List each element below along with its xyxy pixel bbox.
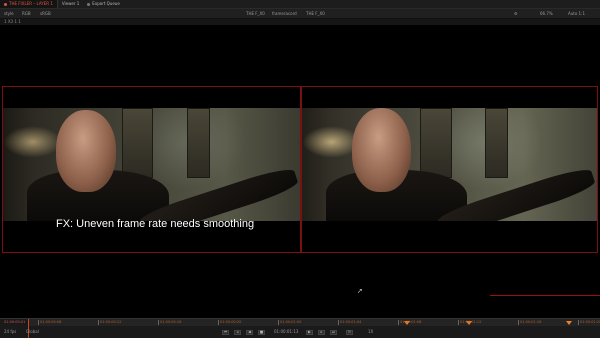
transport-bar: 24 fps Global 01:00:01:13 1X <box>0 327 600 337</box>
gear-icon[interactable]: ⚙ <box>514 9 518 18</box>
fx-caption: FX: Uneven frame rate needs smoothing <box>56 218 255 230</box>
ruler-label: 01:00:01:04 <box>340 320 362 324</box>
queue-icon <box>87 2 91 6</box>
ruler-tick <box>158 320 159 325</box>
viewer-b[interactable] <box>301 86 598 253</box>
colorspace-dropdown[interactable]: sRGB <box>40 9 51 18</box>
loop-button[interactable]: ↻ <box>346 330 353 335</box>
play-reverse-button[interactable]: ◀ <box>246 330 253 335</box>
ruler-label: 01:00:01:12 <box>460 320 482 324</box>
door <box>187 108 210 178</box>
ruler-label: 01:00:01:20 <box>580 320 600 324</box>
video-frame-b <box>302 108 597 221</box>
door <box>121 108 154 178</box>
tab-label: Export Queue <box>92 1 120 6</box>
time-ruler[interactable]: 01:00:00:01 01:00:00:08 01:00:00:12 01:00:… <box>4 319 600 326</box>
input-a-dropdown[interactable]: THE F_X0 <box>246 9 265 18</box>
mouse-cursor-icon: ➚ <box>357 287 363 295</box>
video-frame-a <box>3 108 300 221</box>
compare-mode-dropdown[interactable]: frameracord <box>272 9 297 18</box>
tab-export-queue[interactable]: Export Queue <box>83 0 124 8</box>
tab-label: Viewer 1 <box>61 1 80 6</box>
ruler-label: 01:00:01:16 <box>520 320 542 324</box>
start-timecode: 01:00:00:01 <box>4 320 26 324</box>
viewer-subbar: 1 X3 1 1 <box>0 19 600 25</box>
ruler-label: 01:00:00:12 <box>100 320 122 324</box>
ruler-tick <box>218 320 219 325</box>
layer-selector[interactable]: 1 X3 1 1 <box>4 19 21 25</box>
region-marker-line <box>490 295 600 296</box>
tab-label: THE FIXLER – LAYER 1 <box>9 1 53 6</box>
ruler-tick <box>278 320 279 325</box>
keyframe-marker[interactable] <box>566 321 572 325</box>
close-icon[interactable] <box>4 2 7 6</box>
viewer-toolbar: style RGB sRGB THE F_X0 frameracord THE … <box>0 9 600 19</box>
go-to-end-button[interactable]: ⏭ <box>330 330 337 335</box>
door <box>420 108 452 178</box>
mode-dropdown[interactable]: Global <box>26 327 39 337</box>
ruler-tick <box>38 320 39 325</box>
tab-viewer-1[interactable]: Viewer 1 <box>58 0 83 8</box>
play-button[interactable]: ▶ <box>306 330 313 335</box>
ruler-tick <box>578 320 579 325</box>
tab-the-fixler-layer-1[interactable]: THE FIXLER – LAYER 1 <box>0 0 58 8</box>
ruler-label: 01:00:00:08 <box>40 320 62 324</box>
tab-bar: THE FIXLER – LAYER 1 Viewer 1 Export Que… <box>0 0 600 9</box>
actor-head <box>352 108 412 192</box>
ruler-label: 01:00:00:16 <box>160 320 182 324</box>
ruler-tick <box>338 320 339 325</box>
ruler-label: 01:00:01:08 <box>400 320 422 324</box>
input-b-dropdown[interactable]: THE F_X0 <box>306 9 325 18</box>
ruler-label: 01:00:00:20 <box>220 320 242 324</box>
current-timecode[interactable]: 01:00:01:13 <box>274 327 298 337</box>
ruler-tick <box>398 320 399 325</box>
ruler-label: 01:00:01:00 <box>280 320 302 324</box>
style-dropdown[interactable]: style <box>4 9 14 18</box>
stop-button[interactable]: ■ <box>258 330 265 335</box>
door <box>484 108 508 178</box>
zoom-dropdown[interactable]: 66.7% <box>540 9 553 18</box>
step-back-button[interactable]: ◂ <box>234 330 241 335</box>
actor-head <box>56 110 116 192</box>
channel-dropdown[interactable]: RGB <box>22 9 31 18</box>
go-to-start-button[interactable]: ⏮ <box>222 330 229 335</box>
speed-dropdown[interactable]: 1X <box>368 327 373 337</box>
fps-label: 24 fps <box>4 329 17 334</box>
step-forward-button[interactable]: ▸ <box>318 330 325 335</box>
ruler-tick <box>518 320 519 325</box>
ruler-tick <box>458 320 459 325</box>
ruler-tick <box>98 320 99 325</box>
fit-dropdown[interactable]: Auto 1:1 <box>568 9 585 18</box>
timeline[interactable]: 01:00:00:01 01:00:00:08 01:00:00:12 01:00:… <box>0 318 600 338</box>
